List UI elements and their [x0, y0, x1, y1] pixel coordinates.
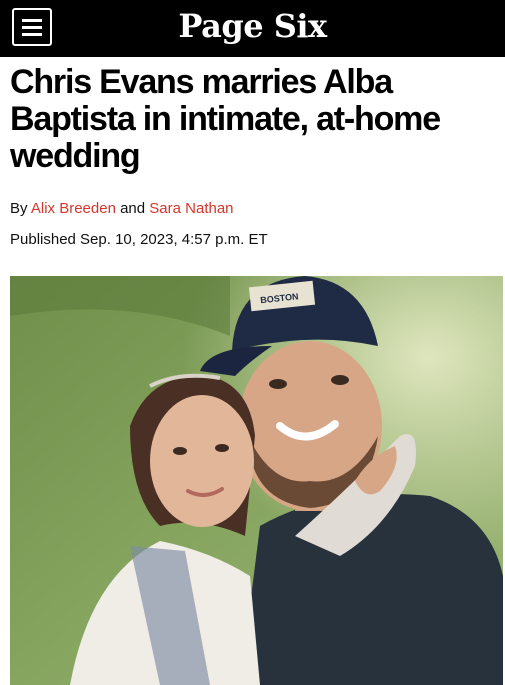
byline-prefix: By [10, 200, 28, 217]
byline-joiner: and [120, 200, 146, 217]
article-hero-image: BOSTON [10, 276, 503, 685]
site-logo[interactable]: Page Six [0, 4, 505, 48]
author-link[interactable]: Sara Nathan [149, 200, 233, 217]
top-navigation-bar: Page Six [0, 0, 505, 57]
byline: By Alix Breeden and Sara Nathan [10, 200, 234, 217]
couple-photo-illustration: BOSTON [10, 276, 503, 685]
article-headline: Chris Evans marries Alba Baptista in int… [10, 63, 441, 175]
published-timestamp: Published Sep. 10, 2023, 4:57 p.m. ET [10, 231, 268, 248]
author-link[interactable]: Alix Breeden [31, 200, 116, 217]
